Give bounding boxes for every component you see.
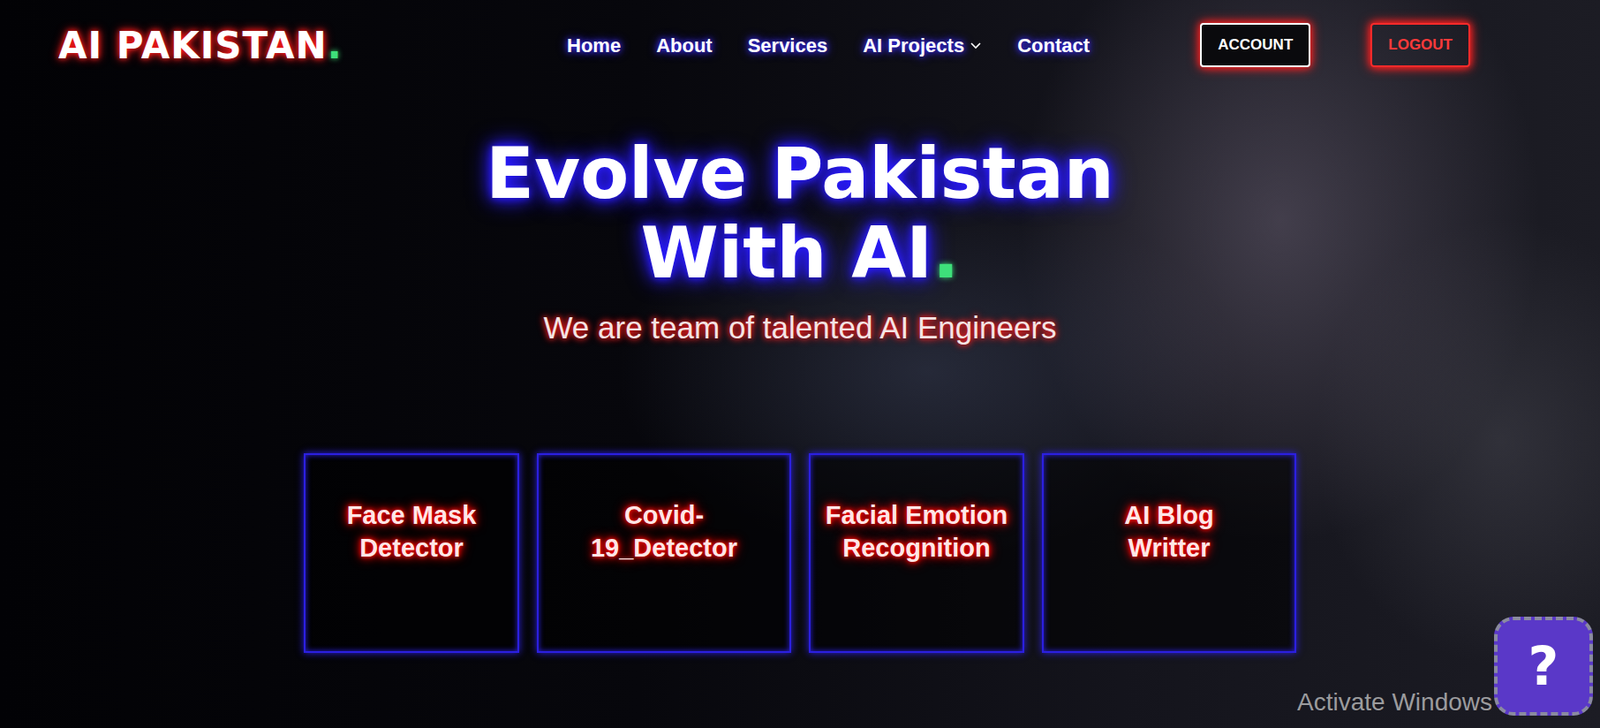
nav-link[interactable]: AI Projects (862, 30, 982, 61)
top-navbar: AI PAKISTAN. Home About Services AI Projects… (0, 0, 1600, 91)
account-actions: ACCOUNT LOGOUT (1200, 22, 1471, 68)
help-button[interactable]: ? (1494, 616, 1593, 716)
windows-watermark: Activate Windows (1297, 683, 1493, 721)
home-page: AI PAKISTAN. Home About Services AI Projects… (0, 0, 1600, 728)
project-card[interactable]: AI Blog Writter (1041, 452, 1297, 653)
nav-link[interactable]: Home (566, 30, 621, 61)
project-card[interactable]: Covid-19_Detector (536, 452, 792, 653)
hero-title-text: With AI (641, 211, 933, 295)
nav-link-label: Services (747, 30, 829, 61)
nav-link-label: Home (566, 30, 621, 61)
hero-title-text: Evolve Pakistan (485, 132, 1114, 215)
nav-link[interactable]: Services (747, 30, 829, 61)
project-card[interactable]: Face Mask Detector (303, 452, 520, 653)
hero-subtitle: We are team of talented AI Engineers (543, 304, 1057, 352)
nav-link-label: About (656, 30, 713, 61)
hero-title-line: With AI. (485, 213, 1114, 294)
logo-dot: . (327, 23, 343, 68)
nav-link-label: AI Projects (862, 30, 965, 61)
account-button[interactable]: ACCOUNT (1200, 22, 1311, 68)
project-cards: Face Mask Detector Covid-19_Detector Facia… (303, 452, 1297, 653)
logout-button[interactable]: LOGOUT (1370, 22, 1471, 68)
nav-link-label: Contact (1017, 30, 1090, 61)
project-title: Facial Emotion Recognition (823, 498, 1010, 566)
site-logo[interactable]: AI PAKISTAN. (58, 17, 447, 74)
main-nav: Home About Services AI Projects Contact (566, 30, 1090, 61)
project-title: Covid-19_Detector (550, 498, 778, 566)
logo-text: AI PAKISTAN (58, 23, 328, 68)
project-card[interactable]: Facial Emotion Recognition (808, 452, 1025, 653)
hero-title-dot: . (932, 211, 959, 295)
hero-title-line: Evolve Pakistan (485, 134, 1114, 214)
hero-section: Evolve PakistanWith AI. We are team of ta… (0, 90, 1600, 653)
chevron-down-icon (969, 38, 982, 52)
project-title: AI Blog Writter (1111, 498, 1227, 566)
project-title: Face Mask Detector (317, 498, 506, 566)
nav-link[interactable]: Contact (1017, 30, 1090, 61)
nav-link[interactable]: About (656, 30, 713, 61)
hero-title: Evolve PakistanWith AI. (485, 134, 1114, 293)
